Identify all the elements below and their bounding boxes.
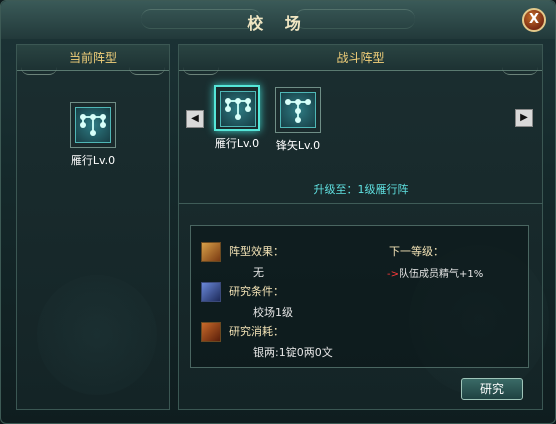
close-button[interactable]: X [522, 8, 546, 32]
vine-ornament-left [183, 67, 219, 75]
condition-label: 研究条件： [229, 285, 284, 298]
vine-ornament-right [502, 67, 538, 75]
upgrade-target-text: 升级至：1级雁行阵 [313, 183, 409, 196]
research-button[interactable]: 研究 [461, 378, 523, 400]
cost-value: 银两:1锭0两0文 [253, 346, 333, 359]
battle-formation-header: 战斗阵型 [179, 45, 542, 71]
current-formation-label: 雁行Lv.0 [70, 154, 116, 167]
next-level-value: 队伍成员精气+1% [399, 269, 484, 280]
formation-icon [70, 102, 116, 148]
formation-window: 校 场 X 当前阵型 雁行Lv.0 战斗阵型 ◀ ▶ 雁行Lv.0 锋矢Lv.0… [0, 0, 556, 424]
formation-slot-fengshi[interactable]: 锋矢Lv.0 [270, 85, 326, 157]
next-level-label: 下一等级： [389, 245, 444, 258]
condition-value: 校场1级 [253, 306, 293, 319]
background-scenery [37, 275, 157, 395]
arrow-right-icon[interactable]: ▶ [515, 109, 533, 127]
arrow-left-icon[interactable]: ◀ [186, 110, 204, 128]
next-arrow: -> [387, 269, 399, 280]
next-level-effect: ->队伍成员精气+1% [387, 265, 483, 280]
divider [179, 203, 543, 204]
current-formation-panel: 当前阵型 雁行Lv.0 [16, 44, 170, 410]
formation-icon [275, 87, 321, 133]
vine-ornament-left [21, 67, 57, 75]
formation-slot-yanxing[interactable]: 雁行Lv.0 [209, 83, 265, 155]
research-cost-icon [201, 322, 221, 342]
formation-effect-icon [201, 242, 221, 262]
formation-label: 雁行Lv.0 [214, 137, 260, 150]
cost-label: 研究消耗： [229, 325, 284, 338]
research-condition-icon [201, 282, 221, 302]
title-bar: 校 场 X [1, 1, 555, 39]
formation-details-box: 阵型效果： 无 研究条件： 校场1级 研究消耗： 银两:1锭0两0文 下一等级：… [190, 225, 529, 368]
vine-ornament-right [129, 67, 165, 75]
window-title: 校 场 [247, 14, 309, 33]
formation-label: 锋矢Lv.0 [275, 139, 321, 152]
effect-value: 无 [253, 266, 264, 279]
effect-label: 阵型效果： [229, 245, 284, 258]
current-formation-slot[interactable]: 雁行Lv.0 [65, 100, 121, 172]
formation-icon [214, 85, 260, 131]
